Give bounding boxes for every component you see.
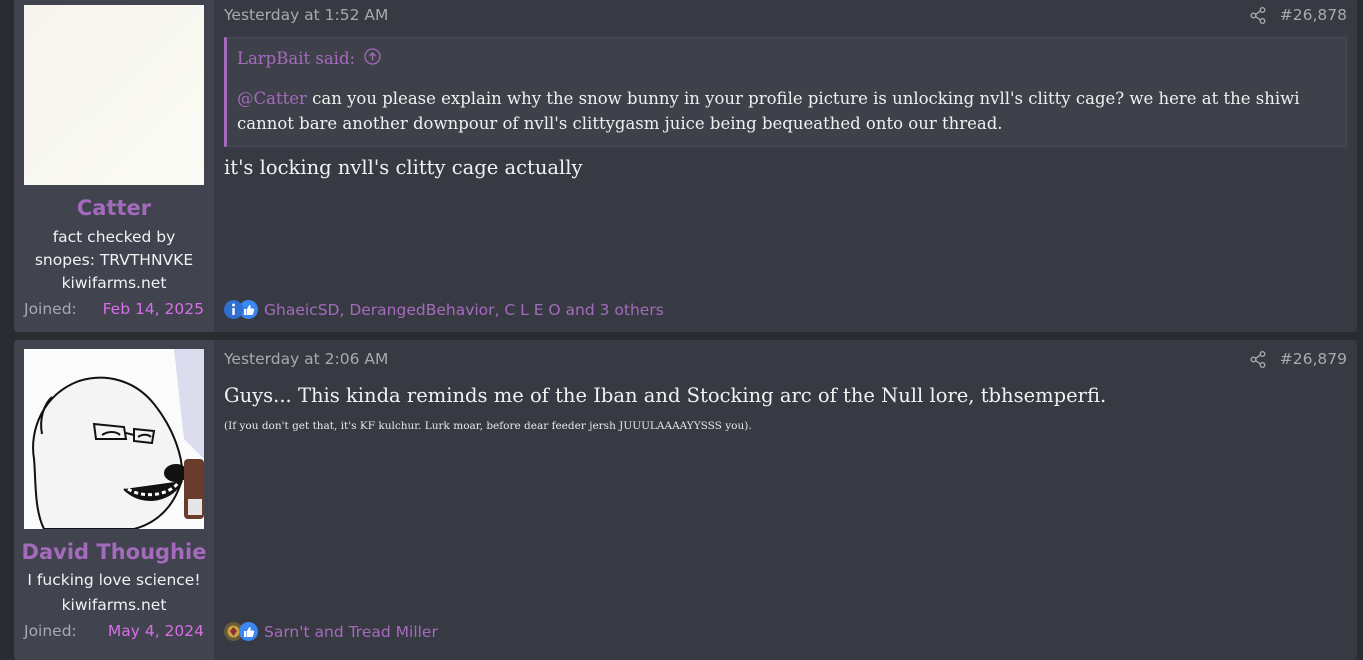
arrow-up-circle-icon[interactable] [364, 48, 381, 69]
reactions-bar[interactable]: GhaeicSD, DerangedBehavior, C L E O and … [224, 300, 664, 319]
post-meta: #26,878 [1250, 6, 1347, 24]
quote-text: can you please explain why the snow bunn… [237, 89, 1300, 133]
mention-link[interactable]: @Catter [237, 89, 307, 108]
message-small-text: (If you don't get that, it's KF kulchur.… [224, 420, 752, 432]
post-26879: David Thoughie I fucking love science! k… [14, 340, 1357, 660]
avatar[interactable] [24, 349, 204, 529]
post-number[interactable]: #26,879 [1280, 350, 1347, 368]
username[interactable]: David Thoughie [14, 540, 214, 564]
quote-header[interactable]: LarpBait said: [237, 48, 381, 69]
message-body: it's locking nvll's clitty cage actually [224, 156, 583, 179]
user-title-2: kiwifarms.net [61, 596, 167, 614]
thumbs-up-icon [239, 622, 258, 641]
reactions-bar[interactable]: Sarn't and Tread Miller [224, 622, 438, 641]
user-title-text: fact checked by snopes: TRVTHNVKE kiwifa… [34, 228, 194, 292]
reaction-icons [224, 300, 258, 319]
joined-label: Joined: [24, 622, 77, 640]
reaction-icons [224, 622, 258, 641]
share-icon[interactable] [1250, 6, 1266, 24]
reaction-users[interactable]: GhaeicSD, DerangedBehavior, C L E O and … [264, 301, 664, 319]
post-time[interactable]: Yesterday at 2:06 AM [224, 350, 388, 368]
joined-date: May 4, 2024 [107, 622, 204, 640]
quote-block: LarpBait said: @Catter can you please ex… [224, 37, 1347, 147]
message-body: Guys... This kinda reminds me of the Iba… [224, 384, 1107, 407]
user-title: fact checked by snopes: TRVTHNVKE kiwifa… [14, 226, 214, 295]
user-title-1: I fucking love science! [27, 571, 201, 589]
post-meta: #26,879 [1250, 350, 1347, 368]
quote-author: LarpBait said: [237, 49, 356, 68]
post-number[interactable]: #26,878 [1280, 6, 1347, 24]
info-icon [224, 300, 243, 319]
share-icon[interactable] [1250, 350, 1266, 368]
reaction-users[interactable]: Sarn't and Tread Miller [264, 623, 438, 641]
post-time[interactable]: Yesterday at 1:52 AM [224, 6, 388, 24]
user-column: Catter fact checked by snopes: TRVTHNVKE… [14, 0, 214, 332]
user-column: David Thoughie I fucking love science! k… [14, 340, 214, 660]
joined-label: Joined: [24, 300, 77, 318]
avatar[interactable] [24, 5, 204, 185]
post-26878: Catter fact checked by snopes: TRVTHNVKE… [14, 0, 1357, 332]
quote-body: @Catter can you please explain why the s… [237, 86, 1326, 136]
joined-date: Feb 14, 2025 [102, 300, 204, 318]
username[interactable]: Catter [14, 196, 214, 220]
